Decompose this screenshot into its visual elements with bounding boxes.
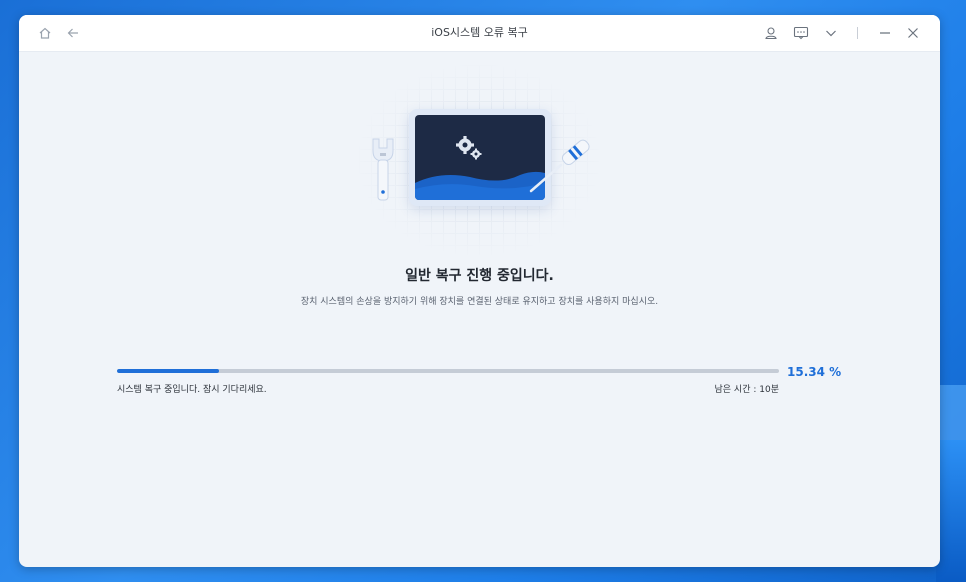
repair-illustration	[359, 65, 599, 255]
wrench-icon	[372, 138, 394, 201]
progress-fill	[117, 369, 219, 373]
title-bar: iOS시스템 오류 복구	[19, 15, 940, 52]
remaining-time: 남은 시간 : 10분	[715, 382, 779, 395]
chevron-down-icon[interactable]	[821, 23, 841, 43]
close-icon[interactable]	[903, 23, 923, 43]
back-arrow-icon[interactable]	[63, 23, 83, 43]
feedback-icon[interactable]	[791, 23, 811, 43]
progress-bar	[117, 369, 779, 373]
instruction-text: 장치 시스템의 손상을 방지하기 위해 장치를 연결된 상태로 유지하고 장치를…	[300, 297, 659, 307]
progress-status-text: 시스템 복구 중입니다. 잠시 기다리세요.	[117, 385, 267, 395]
screwdriver-icon	[529, 139, 590, 193]
remaining-time-value: 10분	[759, 385, 779, 395]
gear-icon	[456, 136, 474, 154]
status-heading: 일반 복구 진행 중입니다.	[405, 268, 554, 284]
desktop-decoration	[936, 440, 966, 582]
user-icon[interactable]	[761, 23, 781, 43]
app-window: iOS시스템 오류 복구 일반 복구 진행 중입니다. 장치 시스템의 손상을 …	[19, 15, 940, 567]
minimize-icon[interactable]	[875, 23, 895, 43]
remaining-time-label: 남은 시간 :	[714, 385, 757, 395]
home-icon[interactable]	[35, 23, 55, 43]
title-separator	[857, 27, 858, 39]
progress-percent: 15.34 %	[787, 365, 842, 379]
small-gear-icon	[470, 148, 482, 160]
monitor-screen	[415, 115, 545, 200]
